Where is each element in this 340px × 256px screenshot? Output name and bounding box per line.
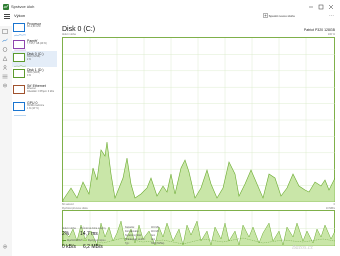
capacity-label: Kapacita: bbox=[125, 227, 135, 229]
task-manager-window: Správce úloh Výkon Spustit novou úlohu ⋯ bbox=[0, 0, 340, 256]
sidebar-item-disk0[interactable]: Disk 0 (C:) SSD (NVMe) 2 % bbox=[12, 51, 57, 67]
memory-thumbnail bbox=[13, 40, 26, 54]
write-speed-label: Rychlost zápisu bbox=[88, 238, 106, 242]
graph1-label-left: Aktivní doba bbox=[62, 33, 76, 36]
hamburger-menu-icon[interactable] bbox=[4, 14, 10, 19]
write-speed-value: 6,2 MB/s bbox=[83, 244, 103, 250]
disk-model: Patriot P320 128GB bbox=[303, 28, 335, 32]
sidebar-item-sub: 3% 2,89 GHz bbox=[27, 26, 41, 28]
watermark: Bazos.cz bbox=[292, 245, 313, 251]
system-disk-label: Systémový disk: bbox=[125, 235, 142, 237]
disk1-thumbnail bbox=[13, 69, 25, 78]
page-file-value: Ano bbox=[151, 239, 156, 241]
active-time-value: 2% bbox=[62, 231, 70, 237]
formatted-label: Formátováno: bbox=[125, 231, 140, 233]
maximize-icon bbox=[318, 4, 324, 9]
performance-sidebar: Procesor 3% 2,89 GHz Paměť 7,7/15,7 GB (… bbox=[0, 21, 57, 256]
capacity-value: 119 GB bbox=[151, 227, 159, 229]
sidebar-item-disk1[interactable]: Disk 1 (D:) HDD (SATA) 0 % bbox=[12, 67, 57, 83]
sidebar-item-sub2: 0 % bbox=[27, 74, 31, 77]
maximize-button[interactable] bbox=[316, 2, 326, 11]
sidebar-item-sub2: 2 % bbox=[27, 58, 31, 61]
active-time-graph bbox=[62, 37, 336, 203]
page-title: Výkon bbox=[14, 13, 26, 18]
run-task-label: Spustit novou úlohu bbox=[268, 13, 295, 18]
close-icon bbox=[328, 4, 334, 9]
read-speed-value: 0 kB/s bbox=[62, 244, 76, 250]
ethernet-thumbnail bbox=[13, 85, 25, 94]
formatted-value: 119 GB bbox=[151, 231, 159, 233]
sidebar-item-cpu[interactable]: Procesor 3% 2,89 GHz bbox=[12, 21, 57, 37]
cpu-thumbnail bbox=[13, 23, 27, 37]
window-title: Správce úloh bbox=[11, 4, 35, 9]
caption-buttons bbox=[306, 2, 336, 11]
run-task-icon bbox=[262, 13, 268, 18]
write-legend-line bbox=[83, 239, 87, 241]
graph1-label-right: 100 % bbox=[327, 33, 335, 36]
disk-title: Disk 0 (C:) bbox=[62, 26, 96, 33]
more-icon[interactable]: ⋯ bbox=[329, 13, 334, 19]
gpu-thumbnail bbox=[13, 102, 27, 116]
sidebar-item-sub2: Odesílání: 0 Příjem: 0 kb/s bbox=[27, 90, 55, 93]
sidebar-item-gpu[interactable]: GPU 0 NVIDIA GeForce 1 % (43 °C) bbox=[12, 100, 57, 116]
close-button[interactable] bbox=[326, 2, 336, 11]
read-speed-label: Rychlost čtení bbox=[67, 238, 83, 242]
disk0-thumbnail bbox=[13, 53, 27, 67]
minimize-icon bbox=[309, 6, 313, 7]
response-time-value: 14,7 ms bbox=[80, 231, 98, 237]
type-label: Typ: bbox=[125, 243, 130, 245]
disk-details-panel: Disk 0 (C:) Patriot P320 128GB Aktivní d… bbox=[61, 21, 338, 256]
minimize-button[interactable] bbox=[306, 2, 316, 11]
system-disk-value: Ano bbox=[151, 235, 156, 237]
active-time-chart bbox=[62, 38, 336, 203]
active-time-label: Aktivní doba bbox=[62, 227, 76, 230]
read-legend-line bbox=[62, 239, 66, 241]
type-value: SSD (NVMe) bbox=[151, 243, 165, 245]
active-time-area bbox=[62, 141, 336, 203]
response-time-label: Průměrná doba odezvy bbox=[80, 227, 106, 230]
sidebar-item-ethernet[interactable]: Síť Ethernet Ethernet Odesílání: 0 Příje… bbox=[12, 83, 57, 99]
sidebar-item-sub2: 1 % (43 °C) bbox=[27, 107, 39, 110]
page-file-label: Stránkovací soubor: bbox=[125, 239, 146, 241]
disk-stats: Aktivní doba 2% Průměrná doba odezvy 14,… bbox=[61, 226, 338, 256]
sidebar-item-sub: 7,7/15,7 GB (49 %) bbox=[27, 43, 47, 45]
task-manager-app-icon bbox=[3, 4, 9, 10]
run-new-task-button[interactable]: Spustit novou úlohu bbox=[262, 13, 295, 18]
